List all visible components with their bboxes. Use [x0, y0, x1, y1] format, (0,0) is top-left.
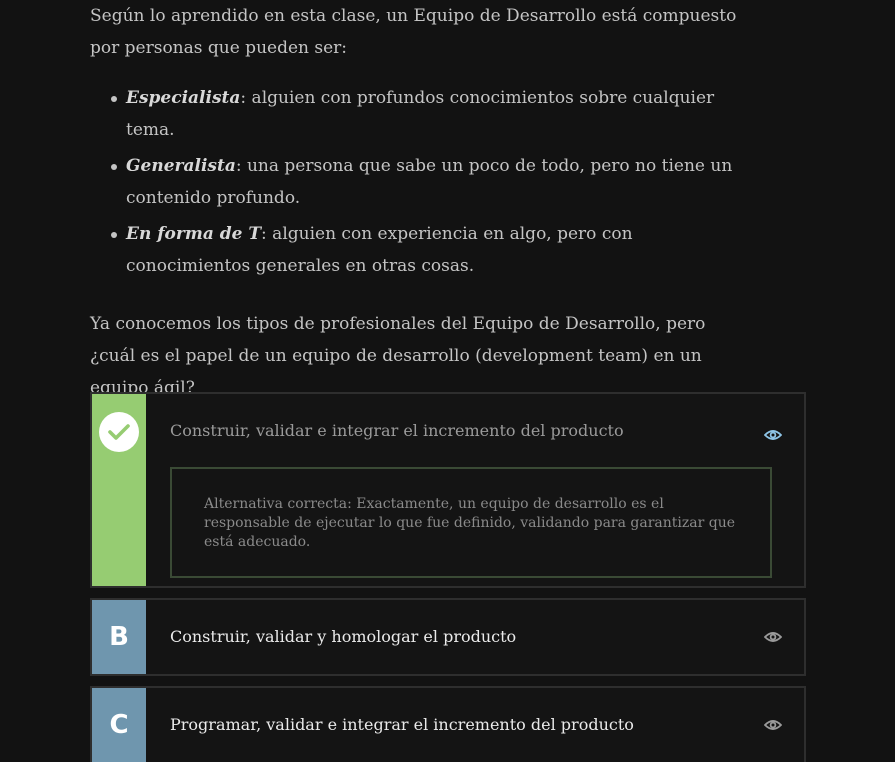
lesson-content: Según lo aprendido en esta clase, un Equ… [90, 0, 740, 404]
option-b-letter: B [92, 600, 146, 674]
option-a-marker [92, 394, 146, 586]
term: En forma de T [126, 224, 262, 244]
option-a-correct[interactable]: Construir, validar e integrar el increme… [90, 392, 806, 588]
feedback-box: Alternativa correcta: Exactamente, un eq… [170, 467, 772, 578]
eye-icon[interactable] [764, 630, 782, 644]
question-text: Ya conocemos los tipos de profesionales … [90, 314, 706, 398]
list-item-generalista: Generalista: una persona que sabe un poc… [111, 150, 740, 214]
check-icon [99, 412, 139, 452]
option-b[interactable]: B Construir, validar y homologar el prod… [90, 598, 806, 676]
list-item-en-forma-de-t: En forma de T: alguien con experiencia e… [111, 218, 740, 282]
option-c-letter: C [92, 688, 146, 762]
eye-icon[interactable] [764, 428, 782, 442]
option-c-label: Programar, validar e integrar el increme… [170, 715, 634, 734]
intro-paragraph: Según lo aprendido en esta clase, un Equ… [90, 6, 737, 58]
eye-icon[interactable] [764, 718, 782, 732]
term: Especialista [126, 88, 241, 108]
option-a-body: Construir, validar e integrar el increme… [146, 394, 804, 586]
option-b-label: Construir, validar y homologar el produc… [170, 627, 517, 646]
term: Generalista [126, 156, 236, 176]
option-b-body: Construir, validar y homologar el produc… [146, 600, 804, 674]
list-item-especialista: Especialista: alguien con profundos cono… [111, 82, 740, 146]
developer-types-list: Especialista: alguien con profundos cono… [90, 82, 740, 282]
option-a-label: Construir, validar e integrar el increme… [170, 421, 624, 440]
option-c[interactable]: C Programar, validar e integrar el incre… [90, 686, 806, 762]
answer-options: Construir, validar e integrar el increme… [90, 392, 806, 762]
option-c-body: Programar, validar e integrar el increme… [146, 688, 804, 762]
